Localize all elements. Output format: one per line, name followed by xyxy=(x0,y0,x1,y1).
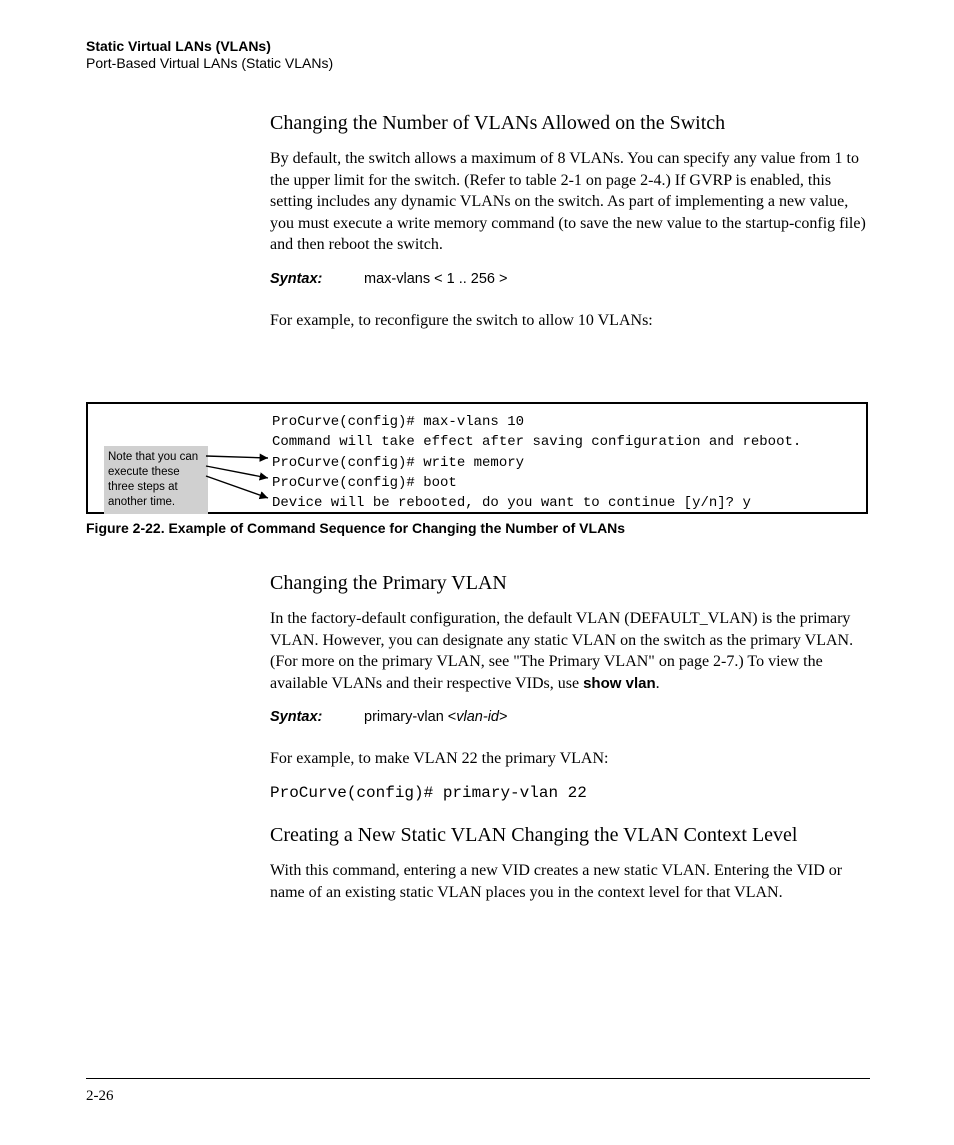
bold-command: show vlan xyxy=(583,675,656,692)
terminal-output: ProCurve(config)# max-vlans 10 Command w… xyxy=(272,412,801,513)
running-header-subtitle: Port-Based Virtual LANs (Static VLANs) xyxy=(86,55,333,71)
page-number: 2-26 xyxy=(86,1088,114,1105)
figure-2-22: Note that you can execute these three st… xyxy=(86,402,868,536)
syntax-body: max-vlans < 1 .. 256 > xyxy=(364,271,507,287)
syntax-body: primary-vlan <vlan-id> xyxy=(364,709,507,725)
text-run: In the factory-default configuration, th… xyxy=(270,610,853,692)
figure-caption: Figure 2-22. Example of Command Sequence… xyxy=(86,520,868,536)
section-heading-max-vlans: Changing the Number of VLANs Allowed on … xyxy=(270,110,870,136)
footer-rule xyxy=(86,1078,870,1079)
section-paragraph: In the factory-default configuration, th… xyxy=(270,608,870,694)
syntax-label: Syntax: xyxy=(270,709,360,725)
body-column-1: Changing the Number of VLANs Allowed on … xyxy=(270,98,870,346)
example-command: ProCurve(config)# primary-vlan 22 xyxy=(270,784,870,802)
text-run: primary-vlan < xyxy=(364,709,456,725)
text-run: . xyxy=(656,675,660,692)
syntax-label: Syntax: xyxy=(270,271,360,287)
section-paragraph: For example, to make VLAN 22 the primary… xyxy=(270,748,870,770)
syntax-line: Syntax: max-vlans < 1 .. 256 > xyxy=(270,270,870,288)
body-column-2: Changing the Primary VLAN In the factory… xyxy=(270,558,870,917)
terminal-box: Note that you can execute these three st… xyxy=(86,402,868,514)
figure-callout: Note that you can execute these three st… xyxy=(104,446,208,514)
text-run: > xyxy=(499,709,507,725)
section-heading-new-static-vlan: Creating a New Static VLAN Changing the … xyxy=(270,822,870,848)
section-paragraph: By default, the switch allows a maximum … xyxy=(270,148,870,256)
running-header-title: Static Virtual LANs (VLANs) xyxy=(86,38,271,54)
section-paragraph: For example, to reconfigure the switch t… xyxy=(270,310,870,332)
syntax-line: Syntax: primary-vlan <vlan-id> xyxy=(270,708,870,726)
section-paragraph: With this command, entering a new VID cr… xyxy=(270,860,870,903)
section-heading-primary-vlan: Changing the Primary VLAN xyxy=(270,570,870,596)
syntax-arg: vlan-id xyxy=(456,709,499,725)
